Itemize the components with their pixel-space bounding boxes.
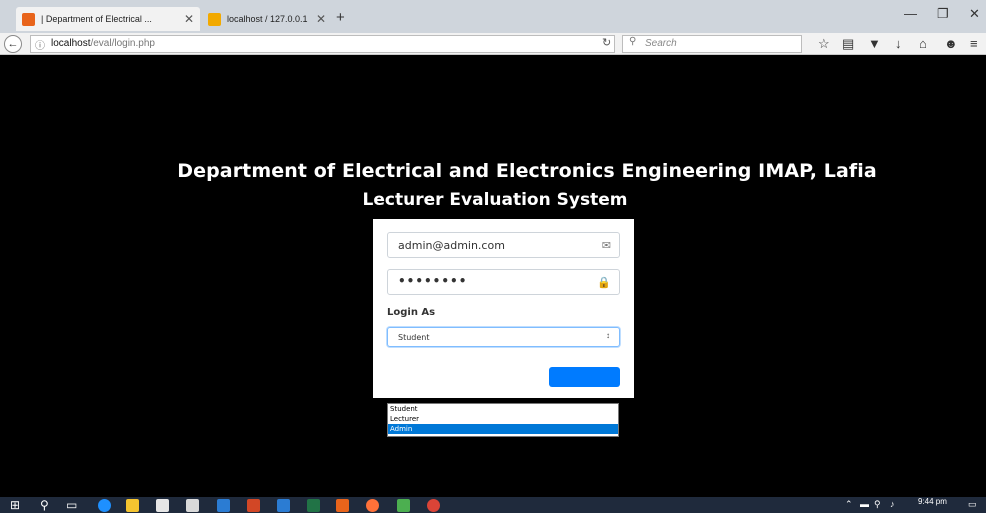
home-icon[interactable]: ⌂	[919, 36, 927, 51]
tab-label: localhost / 127.0.0.1 / eval...	[227, 14, 310, 24]
star-icon[interactable]: ☆	[818, 36, 830, 52]
url-host: localhost	[51, 38, 91, 49]
xampp-icon[interactable]	[336, 499, 349, 512]
volume-icon[interactable]: ♪	[890, 499, 895, 509]
tray-expand-icon[interactable]: ⌃	[845, 499, 853, 510]
envelope-icon: ✉	[601, 240, 611, 252]
phpmyadmin-favicon-icon	[208, 12, 221, 26]
tab-department[interactable]: | Department of Electrical ... ✕	[16, 7, 200, 31]
page-subtitle: Lecturer Evaluation System	[362, 190, 628, 210]
role-option-lecturer[interactable]: Lecturer	[388, 414, 618, 424]
network-icon[interactable]: ⚲	[874, 499, 881, 510]
lock-icon: 🔒	[597, 277, 611, 289]
login-as-label: Login As	[387, 307, 436, 318]
account-icon[interactable]: ☻	[944, 36, 958, 51]
reload-icon[interactable]: ↻	[602, 36, 611, 49]
password-field[interactable]: •••••••• 🔒	[387, 269, 620, 295]
tab-label: | Department of Electrical ...	[41, 14, 152, 24]
role-option-admin[interactable]: Admin	[388, 424, 618, 434]
powerpoint-icon[interactable]	[247, 499, 260, 512]
role-option-student[interactable]: Student	[388, 404, 618, 414]
firefox-icon[interactable]	[366, 499, 379, 512]
email-field[interactable]: admin@admin.com ✉	[387, 232, 620, 258]
file-explorer-icon[interactable]	[126, 499, 139, 512]
login-card: admin@admin.com ✉ •••••••• 🔒 Login As St…	[373, 219, 634, 398]
notepad-icon[interactable]	[397, 499, 410, 512]
search-icon: ⚲	[629, 36, 637, 47]
login-button[interactable]	[549, 367, 620, 387]
taskbar-clock[interactable]: 9:44 pm	[918, 497, 947, 506]
notifications-icon[interactable]: ▭	[968, 499, 977, 510]
windows-start-icon[interactable]: ⊞	[10, 498, 20, 512]
edge-icon[interactable]	[98, 499, 111, 512]
site-favicon-icon	[22, 12, 35, 26]
word-icon[interactable]	[217, 499, 230, 512]
restore-button[interactable]: ❐	[937, 6, 949, 22]
tab-close-icon[interactable]: ✕	[316, 12, 326, 26]
window-close-button[interactable]: ✕	[969, 6, 980, 22]
browser-nav-bar: ← localhost/eval/login.php ⓘ ↻ Search ⚲ …	[0, 33, 986, 55]
address-bar[interactable]: localhost/eval/login.php	[30, 35, 615, 53]
site-info-icon[interactable]: ⓘ	[35, 37, 45, 52]
chrome-icon[interactable]	[427, 499, 440, 512]
menu-icon[interactable]: ≡	[970, 36, 978, 51]
url-path: /eval/login.php	[90, 38, 155, 49]
search-icon[interactable]: ⚲	[40, 498, 49, 512]
search-input[interactable]: Search	[622, 35, 802, 53]
page-title: Department of Electrical and Electronics…	[177, 160, 877, 182]
excel-icon[interactable]	[307, 499, 320, 512]
new-tab-button[interactable]: +	[336, 9, 345, 26]
download-icon[interactable]: ↓	[895, 36, 902, 51]
password-value: ••••••••	[398, 274, 468, 288]
role-dropdown-list: Student Lecturer Admin	[387, 403, 619, 437]
windows-taskbar: ⊞ ⚲ ▭ ⌃ ▬ ⚲ ♪ 9:44 pm ▭	[0, 497, 986, 513]
minimize-button[interactable]: —	[904, 6, 917, 21]
store-icon[interactable]	[156, 499, 169, 512]
publisher-icon[interactable]	[277, 499, 290, 512]
reading-list-icon[interactable]: ▤	[842, 36, 854, 52]
role-select[interactable]: Student ↕	[387, 327, 620, 347]
email-value: admin@admin.com	[398, 239, 505, 252]
pocket-icon[interactable]: ▼	[868, 36, 881, 51]
task-view-icon[interactable]: ▭	[66, 498, 77, 512]
tab-phpmyadmin[interactable]: localhost / 127.0.0.1 / eval... ✕	[202, 7, 332, 31]
battery-icon[interactable]: ▬	[860, 499, 869, 509]
mail-icon[interactable]	[186, 499, 199, 512]
page-body: Department of Electrical and Electronics…	[0, 56, 986, 497]
select-arrows-icon: ↕	[606, 331, 610, 340]
role-select-value: Student	[398, 333, 430, 342]
back-arrow-icon[interactable]: ←	[4, 35, 22, 53]
browser-tab-strip: | Department of Electrical ... ✕ localho…	[0, 0, 986, 33]
tab-close-icon[interactable]: ✕	[184, 12, 194, 26]
